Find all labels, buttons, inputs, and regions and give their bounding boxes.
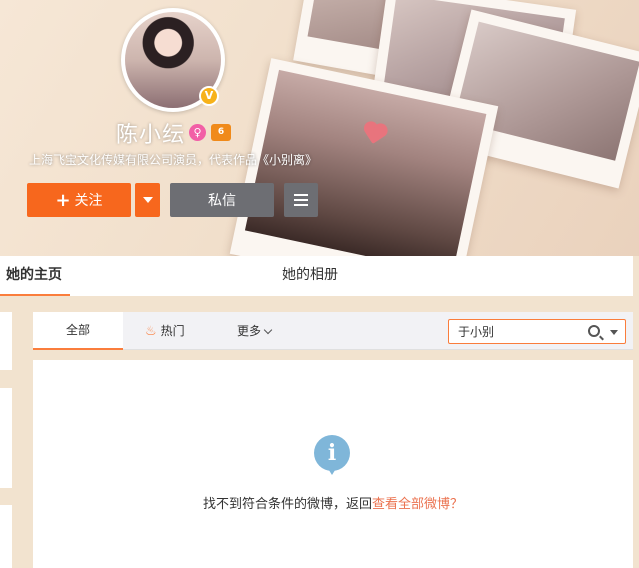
profile-tabs: 她的主页 她的相册 bbox=[0, 256, 633, 296]
message-button[interactable]: 私信 bbox=[170, 183, 274, 217]
profile-cover: V 陈小纭 ♀ 6 上海飞宝文化传媒有限公司演员，代表作品《小别离》 + 关注 … bbox=[0, 0, 639, 256]
tab-home[interactable]: 她的主页 bbox=[0, 256, 70, 296]
more-menu-button[interactable] bbox=[284, 183, 318, 217]
search-icon[interactable] bbox=[588, 325, 600, 337]
profile-description: 上海飞宝文化传媒有限公司演员，代表作品《小别离》 bbox=[29, 153, 318, 167]
tab-album[interactable]: 她的相册 bbox=[282, 256, 338, 296]
follow-button[interactable]: + 关注 bbox=[27, 183, 131, 217]
vip-level-icon[interactable]: 6 bbox=[211, 124, 231, 141]
verified-badge-icon: V bbox=[199, 86, 219, 106]
flame-icon: ♨ bbox=[145, 323, 157, 339]
feed-tab-hot-label: 热门 bbox=[160, 323, 185, 338]
sidebar-card bbox=[0, 505, 12, 568]
empty-message: 找不到符合条件的微博，返回查看全部微博？ bbox=[33, 493, 633, 512]
empty-message-text: 找不到符合条件的微博，返回 bbox=[202, 497, 372, 512]
feed-search-input[interactable] bbox=[449, 320, 579, 343]
profile-name: 陈小纭 bbox=[116, 123, 186, 148]
feed-tab-hot[interactable]: ♨ 热门 bbox=[145, 312, 185, 350]
feed-tab-more-label: 更多 bbox=[237, 323, 262, 338]
caret-down-icon bbox=[142, 197, 153, 203]
feed-empty-card: i 找不到符合条件的微博，返回查看全部微博？ bbox=[33, 360, 633, 568]
heart-icon bbox=[365, 124, 385, 144]
female-icon: ♀ bbox=[189, 124, 206, 141]
view-all-posts-link[interactable]: 查看全部微博？ bbox=[372, 497, 463, 512]
feed-filter-bar: 全部 ♨ 热门 更多 bbox=[33, 312, 633, 350]
follow-label: 关注 bbox=[74, 193, 103, 209]
follow-dropdown-button[interactable] bbox=[135, 183, 160, 217]
plus-icon: + bbox=[55, 189, 71, 211]
sidebar-card bbox=[0, 312, 12, 370]
chevron-down-icon bbox=[263, 325, 273, 334]
sidebar-card bbox=[0, 388, 12, 488]
feed-tab-more[interactable]: 更多 bbox=[237, 312, 273, 350]
feed-tab-all[interactable]: 全部 bbox=[33, 312, 123, 350]
feed-search-box bbox=[448, 319, 626, 344]
search-options-dropdown[interactable] bbox=[610, 330, 618, 335]
info-icon: i bbox=[314, 435, 350, 475]
